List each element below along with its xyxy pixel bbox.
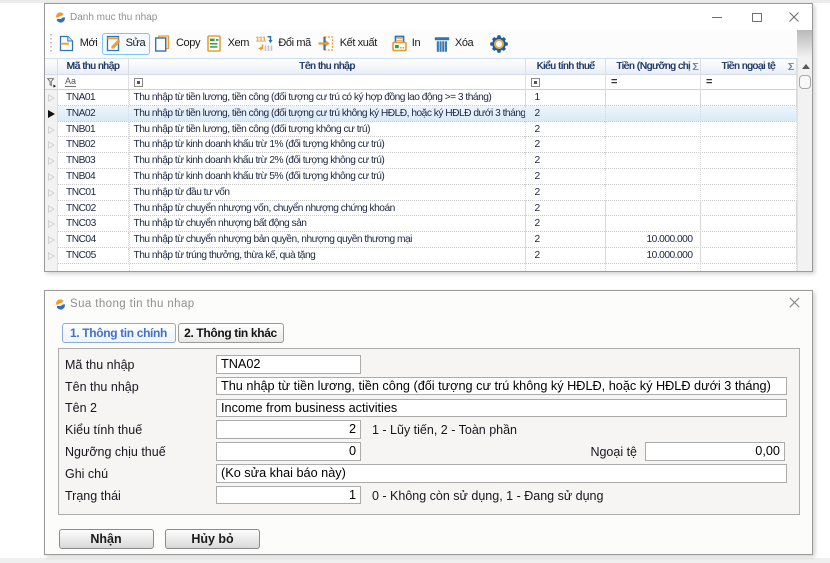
svg-text:111: 111 — [256, 35, 266, 44]
